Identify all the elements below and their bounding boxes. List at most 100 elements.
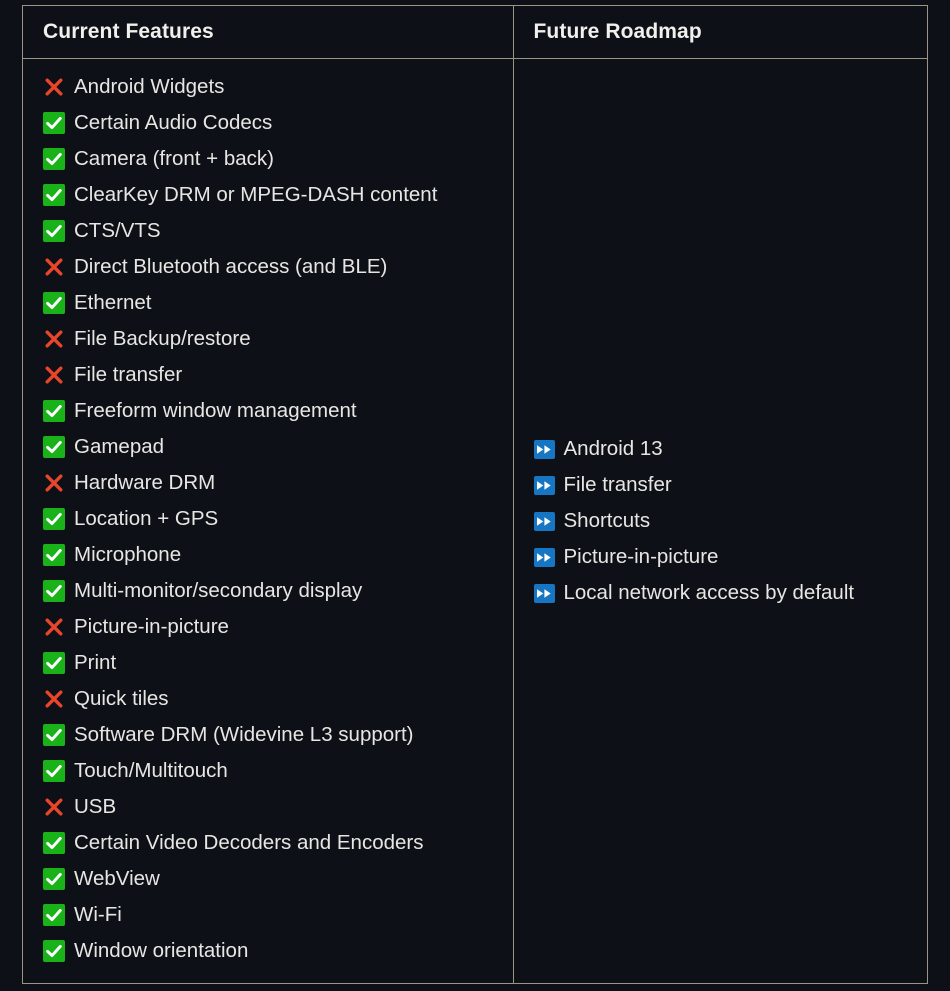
- current-features-list: Android Widgets Certain Audio Codecs Camer…: [43, 69, 513, 969]
- list-item: Shortcuts: [534, 503, 928, 539]
- check-icon: [43, 904, 65, 926]
- cross-icon: [43, 472, 65, 494]
- list-item: Location + GPS: [43, 501, 513, 537]
- list-item-label: Certain Audio Codecs: [74, 111, 272, 135]
- list-item: Direct Bluetooth access (and BLE): [43, 249, 513, 285]
- check-icon: [43, 184, 65, 206]
- check-icon: [43, 148, 65, 170]
- list-item-label: CTS/VTS: [74, 219, 161, 243]
- list-item: Multi-monitor/secondary display: [43, 573, 513, 609]
- list-item-label: Freeform window management: [74, 399, 357, 423]
- table-header-row: Current Features Future Roadmap: [23, 6, 927, 59]
- check-icon: [43, 436, 65, 458]
- check-icon: [43, 652, 65, 674]
- page-root: Current Features Future Roadmap Android …: [0, 0, 950, 991]
- cell-future-roadmap: Android 13 File transfer Shortcuts Picture-…: [513, 59, 927, 984]
- list-item: Android Widgets: [43, 69, 513, 105]
- check-icon: [43, 868, 65, 890]
- list-item-label: Certain Video Decoders and Encoders: [74, 831, 423, 855]
- list-item-label: Ethernet: [74, 291, 152, 315]
- list-item-label: Android Widgets: [74, 75, 224, 99]
- list-item-label: ClearKey DRM or MPEG-DASH content: [74, 183, 437, 207]
- future-roadmap-content: Android 13 File transfer Shortcuts Picture-…: [514, 59, 928, 625]
- cross-icon: [43, 76, 65, 98]
- column-header-future-roadmap: Future Roadmap: [513, 6, 927, 59]
- list-item-label: Android 13: [564, 437, 663, 461]
- list-item-label: File Backup/restore: [74, 327, 251, 351]
- cross-icon: [43, 688, 65, 710]
- list-item: Software DRM (Widevine L3 support): [43, 717, 513, 753]
- list-item: Print: [43, 645, 513, 681]
- list-item: Gamepad: [43, 429, 513, 465]
- fast-forward-icon: [534, 512, 555, 531]
- list-item-label: Quick tiles: [74, 687, 169, 711]
- column-header-current-features: Current Features: [23, 6, 513, 59]
- list-item: Quick tiles: [43, 681, 513, 717]
- cross-icon: [43, 364, 65, 386]
- list-item: Local network access by default: [534, 575, 928, 611]
- table-head: Current Features Future Roadmap: [23, 6, 927, 59]
- check-icon: [43, 220, 65, 242]
- future-roadmap-list: Android 13 File transfer Shortcuts Picture-…: [534, 431, 928, 611]
- list-item-label: Window orientation: [74, 939, 248, 963]
- check-icon: [43, 580, 65, 602]
- cross-icon: [43, 328, 65, 350]
- current-features-content: Android Widgets Certain Audio Codecs Camer…: [23, 59, 513, 983]
- list-item: Microphone: [43, 537, 513, 573]
- list-item: Android 13: [534, 431, 928, 467]
- check-icon: [43, 544, 65, 566]
- list-item-label: Local network access by default: [564, 581, 855, 605]
- list-item: Certain Video Decoders and Encoders: [43, 825, 513, 861]
- feature-comparison-table: Current Features Future Roadmap Android …: [22, 5, 928, 984]
- list-item-label: Location + GPS: [74, 507, 218, 531]
- check-icon: [43, 760, 65, 782]
- check-icon: [43, 940, 65, 962]
- list-item-label: Picture-in-picture: [564, 545, 719, 569]
- list-item: Certain Audio Codecs: [43, 105, 513, 141]
- cross-icon: [43, 616, 65, 638]
- check-icon: [43, 832, 65, 854]
- list-item-label: Gamepad: [74, 435, 164, 459]
- fast-forward-icon: [534, 476, 555, 495]
- list-item-label: Picture-in-picture: [74, 615, 229, 639]
- table-row: Android Widgets Certain Audio Codecs Camer…: [23, 59, 927, 984]
- list-item-label: Wi-Fi: [74, 903, 122, 927]
- list-item-label: USB: [74, 795, 116, 819]
- list-item-label: File transfer: [74, 363, 182, 387]
- list-item-label: Print: [74, 651, 116, 675]
- list-item: Freeform window management: [43, 393, 513, 429]
- list-item: Hardware DRM: [43, 465, 513, 501]
- list-item: Camera (front + back): [43, 141, 513, 177]
- list-item: USB: [43, 789, 513, 825]
- list-item: File transfer: [43, 357, 513, 393]
- check-icon: [43, 292, 65, 314]
- check-icon: [43, 724, 65, 746]
- list-item-label: Touch/Multitouch: [74, 759, 228, 783]
- list-item-label: WebView: [74, 867, 160, 891]
- list-item-label: Microphone: [74, 543, 181, 567]
- list-item: Touch/Multitouch: [43, 753, 513, 789]
- list-item: CTS/VTS: [43, 213, 513, 249]
- check-icon: [43, 508, 65, 530]
- list-item-label: Hardware DRM: [74, 471, 215, 495]
- list-item: Ethernet: [43, 285, 513, 321]
- list-item: File transfer: [534, 467, 928, 503]
- list-item-label: Direct Bluetooth access (and BLE): [74, 255, 387, 279]
- list-item: Window orientation: [43, 933, 513, 969]
- list-item: Picture-in-picture: [43, 609, 513, 645]
- check-icon: [43, 112, 65, 134]
- list-item-label: File transfer: [564, 473, 672, 497]
- check-icon: [43, 400, 65, 422]
- list-item: Wi-Fi: [43, 897, 513, 933]
- comparison-table: Current Features Future Roadmap Android …: [23, 6, 927, 983]
- list-item: Picture-in-picture: [534, 539, 928, 575]
- list-item-label: Software DRM (Widevine L3 support): [74, 723, 414, 747]
- fast-forward-icon: [534, 584, 555, 603]
- roadmap-top-spacer: [534, 59, 928, 431]
- list-item: ClearKey DRM or MPEG-DASH content: [43, 177, 513, 213]
- cross-icon: [43, 796, 65, 818]
- fast-forward-icon: [534, 548, 555, 567]
- table-body: Android Widgets Certain Audio Codecs Camer…: [23, 59, 927, 984]
- list-item-label: Shortcuts: [564, 509, 651, 533]
- list-item: File Backup/restore: [43, 321, 513, 357]
